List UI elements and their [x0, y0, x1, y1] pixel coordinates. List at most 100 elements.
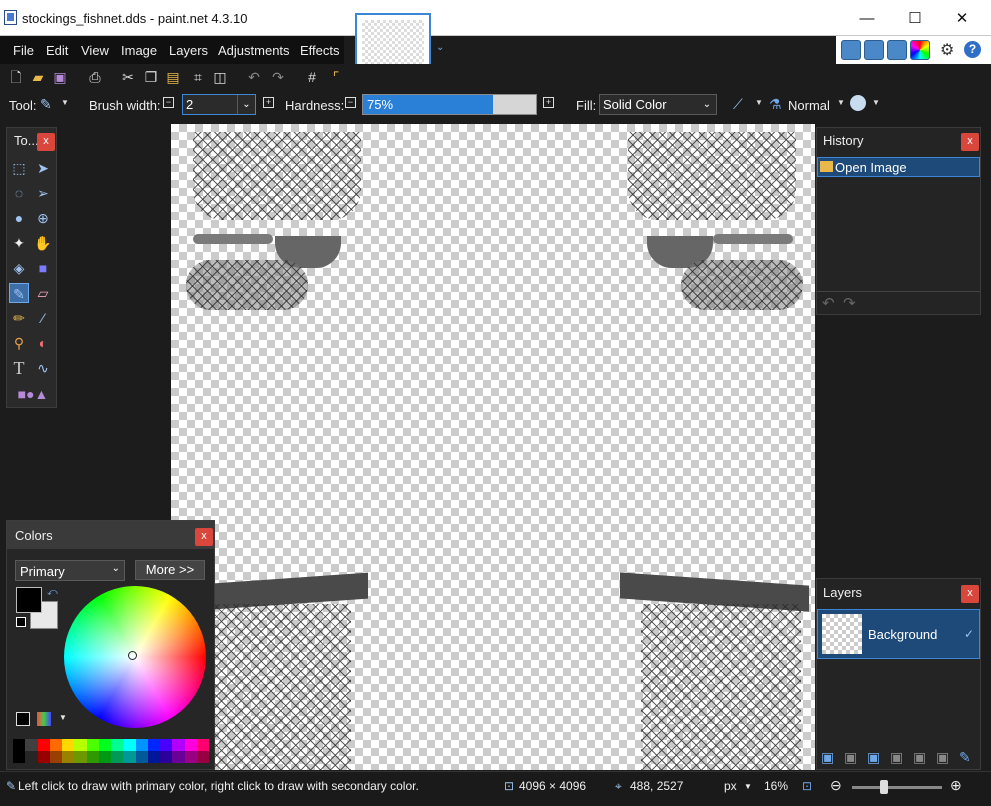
palette-swatch[interactable] [184, 739, 197, 751]
zoom-out-icon[interactable]: ⊖ [830, 777, 842, 794]
minimize-button[interactable]: — [852, 6, 882, 32]
brush-width-input[interactable]: 2 ⌄ [182, 94, 256, 115]
palette-swatch[interactable] [49, 739, 62, 751]
save-icon[interactable]: ▣ [52, 69, 68, 85]
ellipse-select-icon[interactable]: ● [9, 208, 29, 228]
palette-swatch[interactable] [25, 751, 38, 763]
palette-swatch[interactable] [196, 739, 209, 751]
settings-gear-icon[interactable]: ⚙ [940, 40, 954, 60]
palette-swatch[interactable] [49, 751, 62, 763]
layer-visibility-checkbox-icon[interactable]: ✓ [964, 627, 974, 641]
rectangle-select-icon[interactable]: ⬚ [9, 158, 29, 178]
new-file-icon[interactable]: 🗋 [8, 69, 24, 85]
palette-swatch[interactable] [196, 751, 209, 763]
palette-swatch[interactable] [123, 739, 136, 751]
palette-swatch[interactable] [111, 739, 124, 751]
menu-layers[interactable]: Layers [169, 43, 208, 58]
palette-swatch[interactable] [123, 751, 136, 763]
zoom-slider-thumb[interactable] [880, 780, 888, 794]
brush-width-dropdown-icon[interactable]: ⌄ [237, 95, 255, 114]
palette-swatch[interactable] [184, 751, 197, 763]
tools-panel-close-button[interactable]: x [37, 133, 55, 151]
undo-icon[interactable]: ↶ [246, 69, 262, 85]
print-icon[interactable]: ⎙ [87, 69, 103, 85]
duplicate-layer-icon[interactable]: ▣ [867, 749, 880, 766]
palette-swatch[interactable] [98, 739, 111, 751]
zoom-in-icon[interactable]: ⊕ [950, 777, 962, 794]
palette-swatch[interactable] [13, 751, 26, 763]
maximize-button[interactable]: ☐ [900, 6, 930, 32]
history-toggle-icon[interactable] [864, 40, 884, 60]
palette-swatch[interactable] [74, 751, 87, 763]
clone-stamp-icon[interactable]: ⚲ [9, 333, 29, 353]
move-layer-down-icon[interactable]: ▣ [936, 749, 949, 766]
palette-swatch[interactable] [98, 751, 111, 763]
open-file-icon[interactable]: ▰ [30, 69, 46, 85]
palette-swatch[interactable] [160, 739, 173, 751]
palette-swatch[interactable] [86, 751, 99, 763]
tool-dropdown-icon[interactable]: ▼ [61, 98, 69, 107]
palette-swatch[interactable] [147, 751, 160, 763]
menu-edit[interactable]: Edit [46, 43, 68, 58]
help-icon[interactable]: ? [964, 41, 981, 58]
alpha-blending-icon[interactable] [850, 95, 866, 111]
palette-swatch[interactable] [13, 739, 26, 751]
move-layer-up-icon[interactable]: ▣ [913, 749, 926, 766]
merge-layer-down-icon[interactable]: ▣ [890, 749, 903, 766]
palette-menu-icon[interactable] [37, 712, 51, 726]
recolor-icon[interactable]: ◐ [33, 333, 53, 353]
lasso-select-icon[interactable]: ◌ [9, 183, 29, 203]
units-select[interactable]: px [724, 779, 737, 793]
magic-wand-icon[interactable]: ✦ [9, 233, 29, 253]
tools-toggle-icon[interactable] [841, 40, 861, 60]
history-undo-icon[interactable]: ↶ [822, 294, 835, 312]
brush-width-increase-button[interactable]: + [263, 97, 274, 108]
fill-select[interactable]: Solid Color ⌄ [599, 94, 717, 115]
move-selected-pixels-icon[interactable]: ➤ [33, 158, 53, 178]
paintbrush-icon[interactable]: ✎ [40, 96, 52, 113]
hardness-decrease-button[interactable]: − [345, 97, 356, 108]
more-colors-button[interactable]: More >> [135, 560, 205, 580]
palette-swatch[interactable] [135, 739, 148, 751]
palette-swatch[interactable] [86, 739, 99, 751]
ruler-icon[interactable]: ⌜ [328, 69, 344, 85]
paste-icon[interactable]: ▤ [165, 69, 181, 85]
primary-color-swatch[interactable] [16, 587, 42, 613]
layer-properties-icon[interactable]: ✎ [959, 749, 971, 766]
palette-swatch[interactable] [172, 751, 185, 763]
blend-dropdown-icon[interactable]: ▼ [837, 98, 845, 107]
history-item[interactable]: Open Image [817, 157, 980, 177]
zoom-level[interactable]: 16% [764, 779, 788, 793]
zoom-icon[interactable]: ⊕ [33, 208, 53, 228]
antialiasing-icon[interactable]: ⟋ [733, 96, 743, 113]
blend-mode-value[interactable]: Normal [788, 98, 830, 113]
brush-width-decrease-button[interactable]: − [163, 97, 174, 108]
menu-adjustments[interactable]: Adjustments [218, 43, 290, 58]
text-tool-icon[interactable]: T [9, 358, 29, 378]
units-dropdown-icon[interactable]: ▼ [744, 782, 752, 791]
grid-icon[interactable]: # [304, 69, 320, 85]
line-curve-icon[interactable]: ∿ [33, 358, 53, 378]
reset-colors-icon[interactable] [16, 617, 26, 627]
gradient-icon[interactable]: ■ [33, 258, 53, 278]
palette-dropdown-icon[interactable]: ▼ [59, 713, 67, 722]
color-picker-icon[interactable]: ⁄ [33, 308, 53, 328]
history-redo-icon[interactable]: ↷ [843, 294, 856, 312]
crop-icon[interactable]: ⌗ [190, 69, 206, 85]
shapes-icon[interactable]: ■●▲ [15, 384, 51, 404]
move-selection-icon[interactable]: ➢ [33, 183, 53, 203]
deselect-icon[interactable]: ◫ [212, 69, 228, 85]
redo-icon[interactable]: ↷ [270, 69, 286, 85]
layers-panel-close-button[interactable]: x [961, 585, 979, 603]
history-panel-close-button[interactable]: x [961, 133, 979, 151]
color-target-select[interactable]: Primary ⌄ [15, 560, 125, 581]
colors-panel-close-button[interactable]: x [195, 528, 213, 546]
menu-image[interactable]: Image [121, 43, 157, 58]
layer-row[interactable]: Background ✓ [817, 609, 980, 659]
hardness-slider[interactable]: 75% [362, 94, 537, 115]
swap-colors-icon[interactable]: ⤺ [47, 587, 58, 598]
zoom-slider[interactable] [852, 780, 942, 794]
delete-layer-icon[interactable]: ▣ [844, 749, 857, 766]
palette-swatch[interactable] [37, 739, 50, 751]
layers-toggle-icon[interactable] [887, 40, 907, 60]
